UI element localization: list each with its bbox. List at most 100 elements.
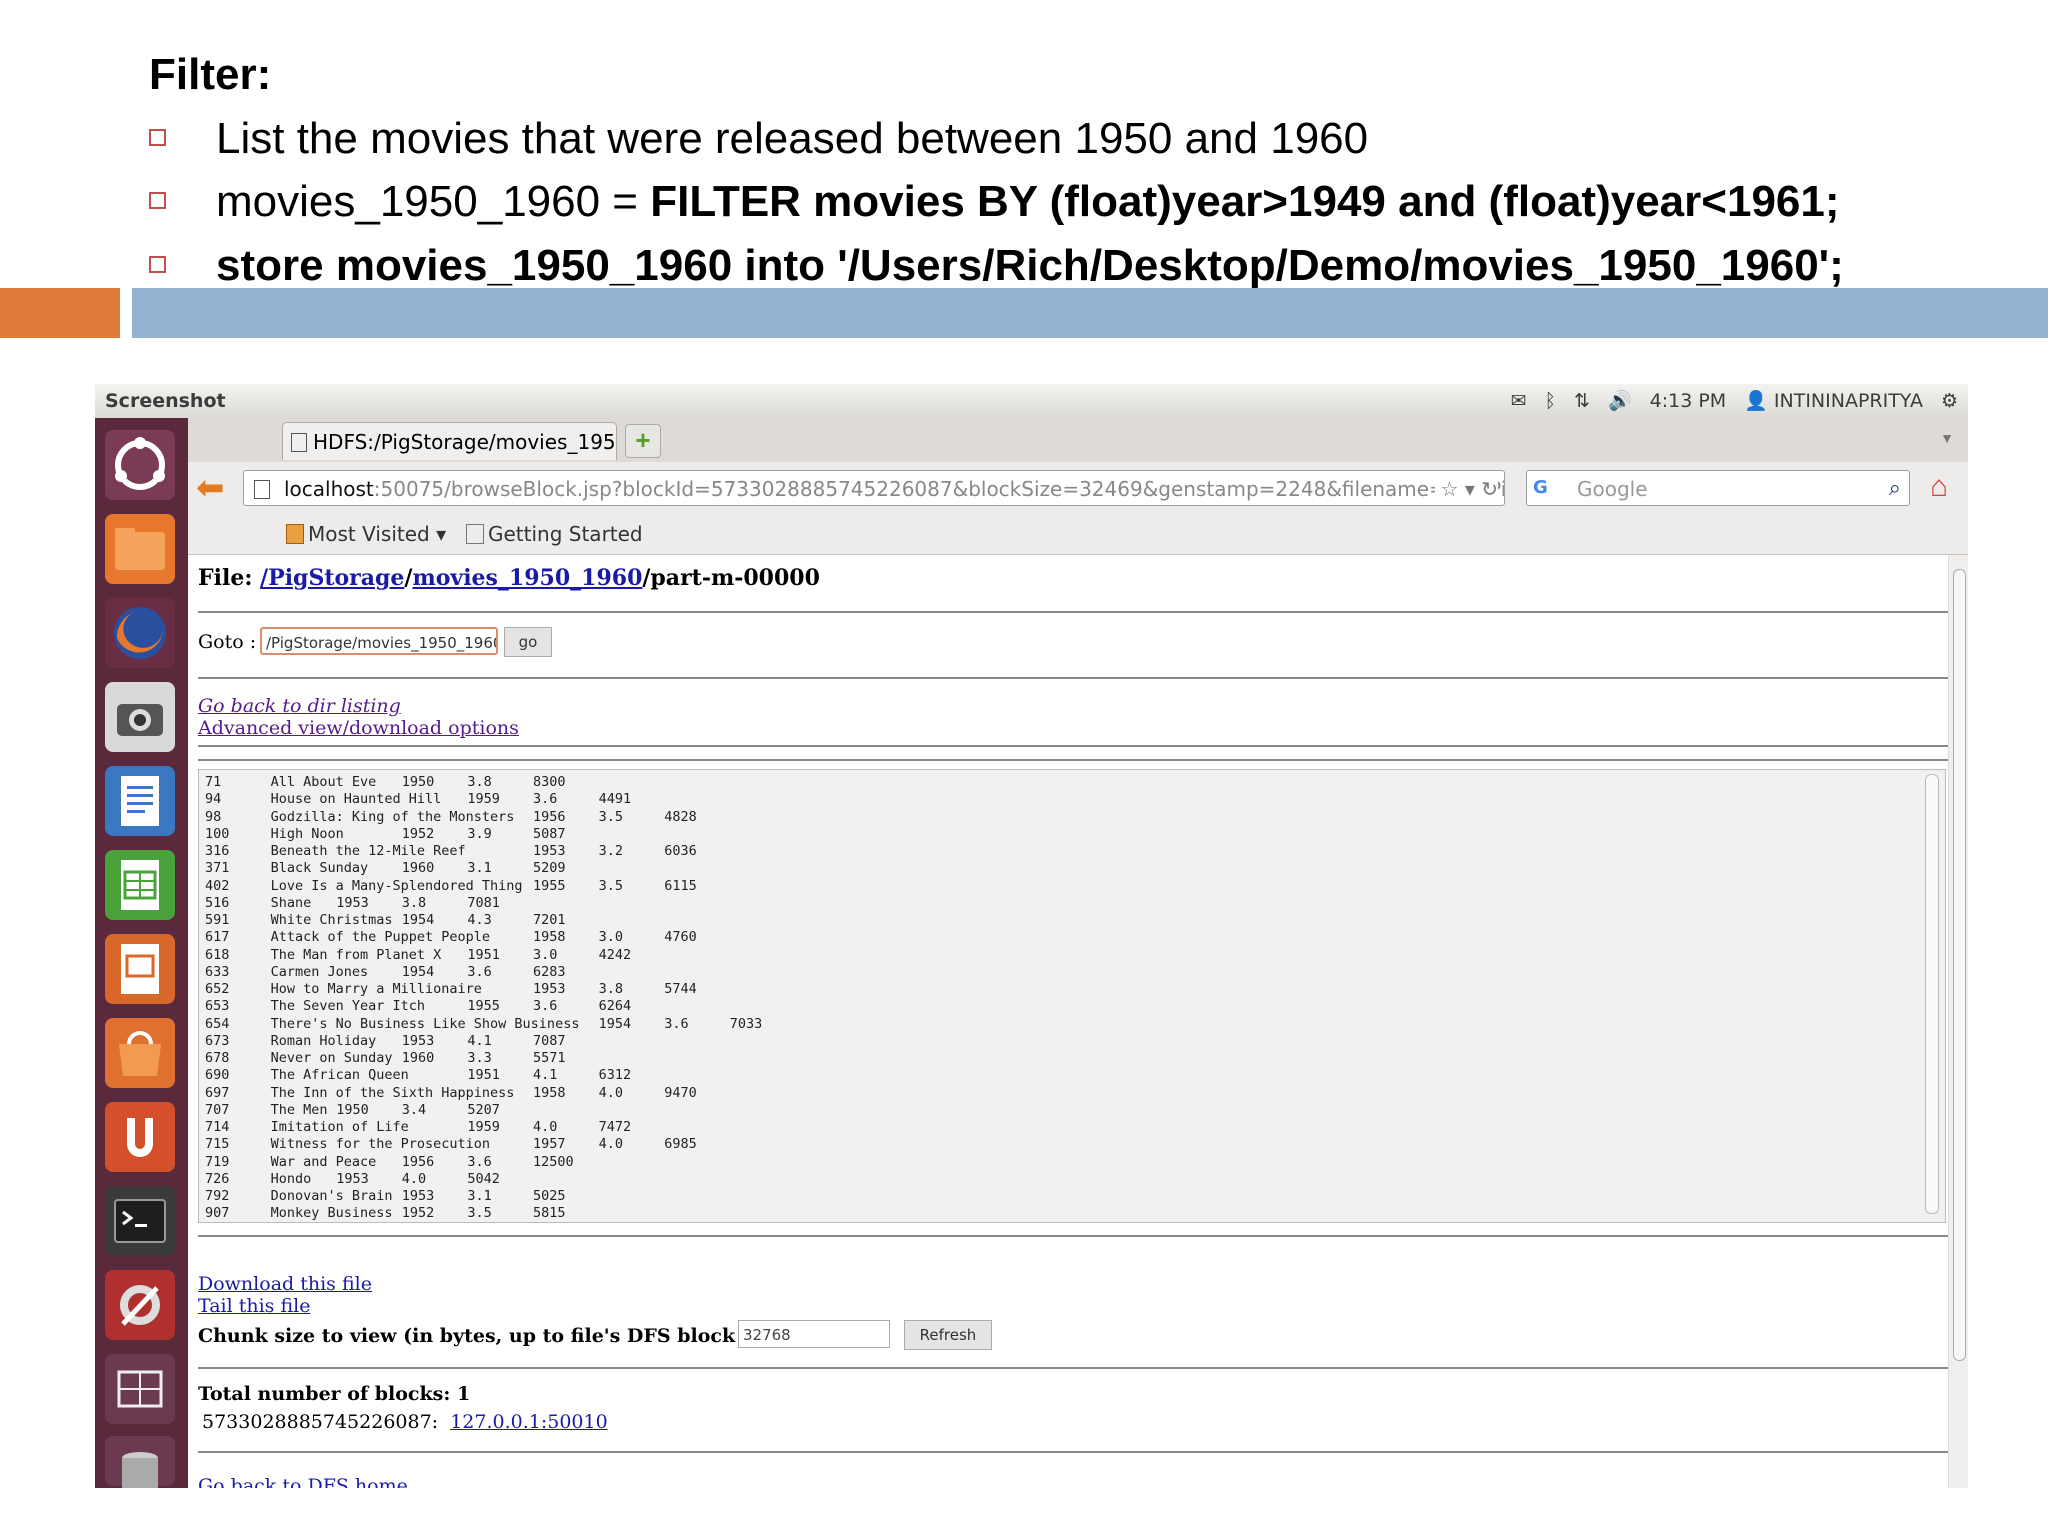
bullet-1: List the movies that were released betwe… bbox=[149, 114, 1368, 164]
bluetooth-icon[interactable]: ᛒ bbox=[1545, 390, 1556, 412]
path-link-movies[interactable]: movies_1950_1960 bbox=[412, 565, 642, 591]
scrollbar-thumb[interactable] bbox=[1953, 569, 1966, 1361]
row-cell: 4242 bbox=[598, 946, 632, 963]
search-input[interactable]: G Google ⌕ bbox=[1526, 470, 1910, 506]
bookmark-most-visited[interactable]: Most Visited ▾ bbox=[286, 522, 446, 546]
row-cell: 12500 bbox=[533, 1153, 574, 1170]
row-cell: 1954 bbox=[401, 912, 435, 928]
ubuntu-one-icon[interactable] bbox=[105, 1102, 175, 1172]
google-icon: G bbox=[1533, 477, 1548, 498]
row-cell: 6115 bbox=[664, 877, 697, 894]
row-cell: 697 bbox=[205, 1084, 230, 1101]
row-cell: 4.1 bbox=[467, 1032, 492, 1049]
user-menu[interactable]: 👤 INTININAPRITYA bbox=[1744, 389, 1923, 412]
row-cell: 5744 bbox=[664, 981, 697, 997]
bullet-marker-icon bbox=[149, 128, 166, 146]
goto-input[interactable]: /PigStorage/movies_1950_1960 bbox=[260, 627, 498, 655]
path-link-pigstorage[interactable]: /PigStorage bbox=[260, 565, 404, 591]
row-cell: 3.9 bbox=[467, 825, 492, 842]
divider bbox=[198, 745, 1948, 747]
camera-icon[interactable] bbox=[105, 682, 175, 752]
row-cell: 591 bbox=[205, 912, 230, 928]
gear-icon[interactable]: ⚙ bbox=[1941, 390, 1958, 412]
reload-icon[interactable]: ☆ ▾ ↻ bbox=[1434, 471, 1498, 505]
accent-band-blue bbox=[132, 288, 2048, 338]
row-cell: 1960 bbox=[401, 1050, 435, 1066]
tab-list-icon[interactable]: ▼ bbox=[1940, 430, 1954, 446]
content-scrollbar[interactable] bbox=[1925, 774, 1939, 1214]
page-scrollbar[interactable] bbox=[1948, 555, 1968, 1488]
row-cell: Attack of the Puppet People bbox=[270, 929, 491, 946]
row-cell: 7087 bbox=[533, 1032, 566, 1049]
terminal-icon[interactable] bbox=[105, 1186, 175, 1256]
back-arrow-icon[interactable]: ⬅ bbox=[196, 470, 236, 506]
calc-icon[interactable] bbox=[105, 850, 175, 920]
go-button[interactable]: go bbox=[504, 627, 552, 657]
nav-bar: ⬅ localhost:50075/browseBlock.jsp?blockI… bbox=[188, 462, 1968, 514]
row-cell: 4.1 bbox=[533, 1067, 558, 1084]
volume-icon[interactable]: 🔊 bbox=[1608, 389, 1632, 412]
firefox-icon[interactable] bbox=[105, 598, 175, 668]
row-cell: 100 bbox=[205, 825, 230, 842]
row-cell: 5087 bbox=[533, 825, 566, 842]
row-cell: 1953 bbox=[533, 981, 566, 997]
address-bar[interactable]: localhost:50075/browseBlock.jsp?blockId=… bbox=[243, 470, 1505, 506]
row-cell: 715 bbox=[205, 1136, 230, 1153]
divider bbox=[198, 1235, 1948, 1237]
row-cell: Beneath the 12-Mile Reef bbox=[270, 843, 466, 859]
row-cell: 4.0 bbox=[533, 1119, 558, 1135]
row-cell: The African Queen bbox=[270, 1067, 409, 1084]
row-cell: High Noon bbox=[270, 825, 344, 842]
clock[interactable]: 4:13 PM bbox=[1650, 390, 1727, 412]
workspace-icon[interactable] bbox=[105, 1354, 175, 1424]
divider bbox=[198, 1367, 1948, 1369]
row-cell: 3.5 bbox=[598, 808, 623, 825]
writer-icon[interactable] bbox=[105, 766, 175, 836]
trash-icon[interactable] bbox=[105, 1436, 175, 1488]
row-cell: 3.2 bbox=[598, 843, 623, 859]
advanced-options-link[interactable]: Advanced view/download options bbox=[198, 717, 519, 739]
row-cell: 1956 bbox=[401, 1153, 435, 1170]
tab-bar: HDFS:/PigStorage/movies_195... + ▼ bbox=[188, 418, 1968, 463]
download-link[interactable]: Download this file bbox=[198, 1273, 372, 1295]
search-icon[interactable]: ⌕ bbox=[1889, 471, 1901, 507]
folder-icon[interactable] bbox=[105, 514, 175, 584]
row-cell: 1954 bbox=[598, 1015, 632, 1032]
row-cell: House on Haunted Hill bbox=[270, 791, 442, 808]
row-cell: 714 bbox=[205, 1119, 230, 1135]
file-heading: File: /PigStorage/movies_1950_1960/part-… bbox=[198, 565, 820, 591]
divider bbox=[198, 677, 1948, 679]
row-cell: 5207 bbox=[467, 1101, 500, 1118]
bullet-marker-icon bbox=[149, 191, 166, 209]
tail-link[interactable]: Tail this file bbox=[198, 1295, 310, 1317]
row-cell: 3.3 bbox=[467, 1050, 492, 1066]
ubuntu-icon[interactable] bbox=[105, 430, 175, 500]
impress-icon[interactable] bbox=[105, 934, 175, 1004]
new-tab-button[interactable]: + bbox=[625, 424, 661, 458]
refresh-button[interactable]: Refresh bbox=[904, 1320, 992, 1350]
row-cell: Hondo bbox=[270, 1170, 312, 1187]
page-icon bbox=[254, 480, 270, 499]
row-cell: 3.5 bbox=[598, 877, 623, 894]
dir-listing-link[interactable]: Go back to dir listing bbox=[198, 695, 401, 717]
bookmark-getting-started[interactable]: Getting Started bbox=[466, 522, 643, 546]
bullet-2: movies_1950_1960 = FILTER movies BY (flo… bbox=[149, 177, 1840, 227]
row-cell: Shane bbox=[270, 894, 312, 911]
row-cell: 1950 bbox=[401, 774, 435, 790]
mail-icon[interactable]: ✉ bbox=[1511, 390, 1527, 412]
row-cell: 5025 bbox=[533, 1188, 566, 1204]
browser-tab[interactable]: HDFS:/PigStorage/movies_195... bbox=[282, 422, 617, 460]
row-cell: 1953 bbox=[336, 1170, 369, 1187]
datanode-link[interactable]: 127.0.0.1:50010 bbox=[450, 1411, 608, 1433]
row-cell: 3.8 bbox=[467, 774, 492, 790]
row-cell: 6312 bbox=[598, 1067, 632, 1084]
network-icon[interactable]: ⇅ bbox=[1574, 390, 1590, 412]
file-content[interactable]: 71 All About Eve 1950 3.8 8300 94 House on Hau… bbox=[198, 769, 1946, 1223]
row-cell: 1960 bbox=[401, 860, 435, 877]
settings-icon[interactable] bbox=[105, 1270, 175, 1340]
software-center-icon[interactable] bbox=[105, 1018, 175, 1088]
row-cell: 792 bbox=[205, 1188, 230, 1204]
chunk-size-input[interactable]: 32768 bbox=[738, 1320, 890, 1348]
home-icon[interactable]: ⌂ bbox=[1930, 470, 1964, 504]
dfs-home-link[interactable]: Go back to DFS home bbox=[198, 1475, 408, 1488]
